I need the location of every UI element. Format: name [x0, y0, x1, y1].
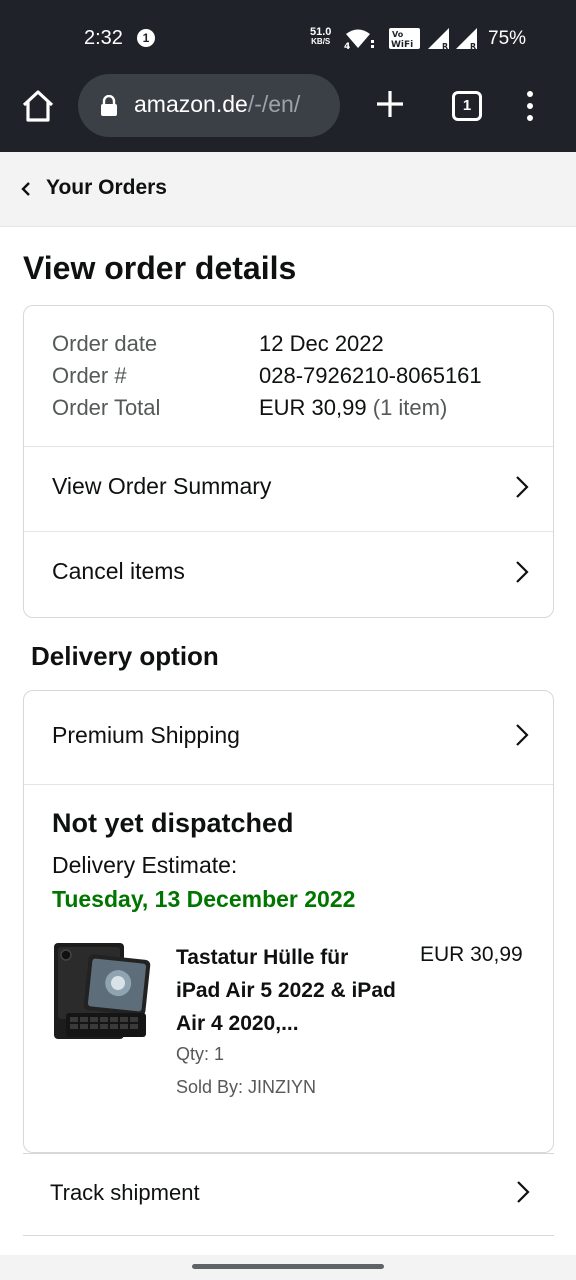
chevron-right-icon [516, 561, 529, 583]
view-order-summary-label: View Order Summary [52, 473, 272, 499]
notification-badge: 1 [137, 29, 155, 47]
shipping-method-label: Premium Shipping [52, 722, 240, 748]
product-name-link[interactable]: Tastatur Hülle für iPad Air 5 2022 & iPa… [176, 941, 396, 1040]
network-speed-value: 51.0 [310, 26, 332, 38]
address-bar[interactable]: amazon.de/-/en/ [78, 74, 340, 137]
tablet-keyboard-case-image[interactable] [52, 941, 152, 1045]
cancel-items-link[interactable]: Cancel items [24, 531, 553, 617]
browser-toolbar: amazon.de/-/en/ 1 [0, 74, 576, 152]
order-date-row: Order date 12 Dec 2022 [52, 328, 482, 360]
delivery-estimate-label: Delivery Estimate: [52, 852, 238, 878]
signal-icon-2: R [456, 28, 477, 50]
order-total-amount: EUR 30,99 [259, 395, 367, 420]
battery-level: 75% [488, 28, 527, 49]
status-time: 2:32 [84, 27, 123, 49]
breadcrumb[interactable]: Your Orders [0, 152, 576, 227]
svg-text:WiFi: WiFi [391, 40, 413, 50]
delivery-card: Premium Shipping Not yet dispatched Deli… [23, 690, 554, 1153]
tab-switcher-button[interactable]: 1 [452, 91, 482, 121]
signal-icon-1: R [428, 28, 449, 50]
delivery-section-title: Delivery option [31, 641, 219, 671]
chevron-right-icon [516, 724, 529, 746]
order-number-label: Order # [52, 363, 127, 388]
svg-text:4: 4 [344, 42, 350, 50]
new-tab-icon[interactable] [374, 88, 406, 120]
order-total-row: Order Total EUR 30,99 (1 item) [52, 392, 482, 424]
url-host: amazon.de [134, 91, 248, 117]
order-date-label: Order date [52, 331, 158, 356]
chevron-left-icon [21, 182, 30, 196]
chevron-right-icon [517, 1181, 530, 1203]
network-speed: 51.0 KB/S [310, 27, 331, 47]
order-item-count: (1 item) [372, 395, 448, 420]
home-icon[interactable] [20, 88, 56, 124]
order-total-value: EUR 30,99 (1 item) [259, 392, 447, 424]
shipping-method-link[interactable]: Premium Shipping [24, 691, 553, 785]
delivery-estimate-date: Tuesday, 13 December 2022 [52, 886, 356, 912]
order-info-grid: Order date 12 Dec 2022 Order # 028-79262… [52, 328, 482, 424]
lock-icon [101, 95, 117, 116]
track-shipment-label: Track shipment [50, 1180, 200, 1205]
view-order-summary-link[interactable]: View Order Summary [24, 446, 553, 531]
network-speed-unit: KB/S [311, 37, 331, 46]
product-seller: Sold By: JINZIYN [176, 1077, 317, 1097]
svg-text:R: R [470, 42, 476, 50]
order-number-value: 028-7926210-8065161 [259, 363, 482, 388]
gesture-handle[interactable] [192, 1264, 384, 1269]
chevron-right-icon [516, 476, 529, 498]
svg-text:Vo: Vo [392, 30, 404, 39]
product-quantity: Qty: 1 [176, 1044, 225, 1064]
order-total-label: Order Total [52, 395, 161, 420]
status-bar: 2:32 1 51.0 KB/S 4 Vo WiFi R R 75% [0, 0, 576, 74]
order-date-value: 12 Dec 2022 [259, 331, 384, 356]
wifi-icon: 4 [344, 29, 374, 50]
breadcrumb-your-orders[interactable]: Your Orders [46, 176, 167, 200]
cancel-items-label: Cancel items [52, 558, 185, 584]
product-price: EUR 30,99 [420, 943, 523, 966]
url-text: amazon.de/-/en/ [134, 91, 330, 118]
order-info-card: Order date 12 Dec 2022 Order # 028-79262… [23, 305, 554, 618]
page-title: View order details [23, 250, 297, 286]
gesture-navigation-bar [0, 1255, 576, 1280]
svg-text:R: R [442, 42, 448, 50]
track-shipment-link[interactable]: Track shipment [23, 1153, 554, 1236]
shipment-status: Not yet dispatched [52, 808, 294, 838]
url-path: /-/en/ [247, 91, 301, 117]
vowifi-icon: Vo WiFi [389, 28, 420, 50]
order-number-row: Order # 028-7926210-8065161 [52, 360, 482, 392]
more-menu-icon[interactable] [522, 90, 538, 122]
